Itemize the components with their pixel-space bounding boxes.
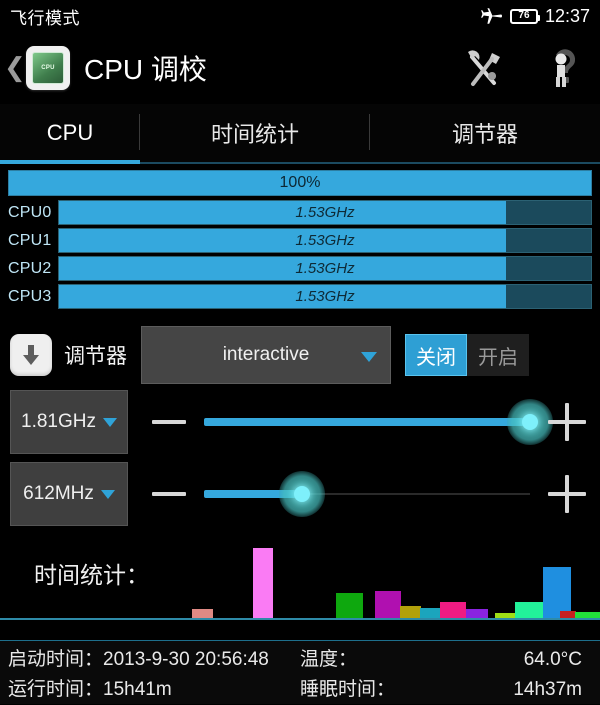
boot-time-label: 启动时间： — [8, 648, 104, 670]
max-frequency-slider[interactable] — [204, 399, 553, 445]
chart-bar — [440, 602, 466, 618]
cpu-core-name: CPU2 — [8, 259, 52, 277]
governor-selected-value: interactive — [222, 344, 310, 365]
tab-cpu[interactable]: CPU — [0, 104, 140, 164]
max-frequency-value: 1.81GHz — [21, 411, 96, 432]
battery-icon: 76 — [509, 8, 540, 24]
boot-time-row: 启动时间：2013-9-30 20:56:48 — [8, 645, 300, 675]
cpu-core-track: 1.53GHz — [58, 284, 592, 309]
footer-right-column: 温度： 64.0°C 睡眠时间： 14h37m — [300, 645, 592, 704]
title-actions — [462, 45, 586, 91]
total-usage-label: 100% — [279, 174, 321, 191]
down-arrow-icon — [10, 334, 52, 376]
min-frequency-increase-button[interactable] — [548, 475, 586, 513]
battery-level: 76 — [518, 10, 530, 21]
toggle-close-button[interactable]: 关闭 — [405, 334, 467, 376]
time-stats-label: 时间统计： — [34, 562, 149, 588]
question-mark-icon[interactable] — [544, 45, 586, 91]
slider-fill — [204, 418, 530, 426]
sleep-time-label: 睡眠时间： — [300, 678, 396, 700]
boot-time-value: 2013-9-30 20:56:48 — [103, 648, 269, 670]
cpu-core-row: CPU2 1.53GHz — [8, 256, 592, 281]
chevron-down-icon — [361, 352, 377, 362]
governor-row: 调节器 interactive 关闭 开启 — [0, 324, 600, 386]
governor-select[interactable]: interactive — [141, 326, 391, 384]
min-frequency-decrease-button[interactable] — [152, 492, 186, 496]
time-stats-section: 时间统计： — [0, 532, 600, 620]
cpu-core-row: CPU3 1.53GHz — [8, 284, 592, 309]
chart-bar — [560, 611, 576, 618]
temperature-row: 温度： 64.0°C — [300, 645, 592, 675]
temperature-value: 64.0°C — [523, 648, 582, 670]
cpu-core-freq: 1.53GHz — [295, 204, 355, 221]
cpu-core-row: CPU1 1.53GHz — [8, 228, 592, 253]
chart-bar — [515, 602, 545, 618]
uptime-label: 运行时间： — [8, 678, 104, 700]
min-frequency-row: 612MHz — [0, 458, 600, 530]
cpu-usage-section: 100% CPU0 1.53GHz CPU1 1.53GHz CPU2 1.53… — [0, 164, 600, 316]
back-chevron-icon[interactable]: ❮ — [4, 55, 26, 81]
cpu-core-row: CPU0 1.53GHz — [8, 200, 592, 225]
max-frequency-decrease-button[interactable] — [152, 420, 186, 424]
max-frequency-select[interactable]: 1.81GHz — [10, 390, 128, 454]
cpu-core-freq: 1.53GHz — [295, 288, 355, 305]
min-frequency-select[interactable]: 612MHz — [10, 462, 128, 526]
max-frequency-row: 1.81GHz — [0, 386, 600, 458]
uptime-row: 运行时间：15h41m — [8, 675, 300, 705]
max-frequency-increase-button[interactable] — [548, 403, 586, 441]
cpu-core-track: 1.53GHz — [58, 256, 592, 281]
status-left-text: 飞行模式 — [10, 8, 80, 28]
status-bar: 飞行模式 76 12:37 — [0, 0, 600, 32]
tab-bar: CPU 时间统计 调节器 — [0, 104, 600, 164]
chart-bar — [420, 607, 441, 618]
cpu-core-freq: 1.53GHz — [295, 232, 355, 249]
chart-bar — [253, 548, 273, 618]
tab-time-stats-label: 时间统计 — [210, 122, 299, 147]
chart-bar — [336, 593, 363, 618]
chip-label: CPU — [41, 65, 55, 71]
status-footer: 启动时间：2013-9-30 20:56:48 运行时间：15h41m 温度： 6… — [0, 640, 600, 704]
min-frequency-value: 612MHz — [23, 483, 94, 504]
cpu-core-freq: 1.53GHz — [295, 260, 355, 277]
tab-cpu-label: CPU — [46, 120, 94, 145]
toggle-open-button[interactable]: 开启 — [467, 334, 529, 376]
chart-bar — [495, 613, 517, 618]
total-usage-bar: 100% — [8, 170, 592, 196]
chart-bar — [575, 612, 600, 618]
temperature-label: 温度： — [300, 648, 358, 670]
sleep-time-value: 14h37m — [513, 678, 582, 700]
chevron-down-icon — [100, 489, 115, 499]
slider-thumb[interactable] — [278, 471, 325, 517]
page-title: CPU 调校 — [84, 54, 207, 85]
tab-governor[interactable]: 调节器 — [370, 104, 600, 162]
chart-bar — [192, 608, 213, 618]
slider-thumb[interactable] — [507, 399, 553, 445]
min-frequency-slider[interactable] — [204, 471, 530, 517]
governor-toggle: 关闭 开启 — [405, 334, 529, 376]
footer-left-column: 启动时间：2013-9-30 20:56:48 运行时间：15h41m — [8, 645, 300, 704]
uptime-value: 15h41m — [103, 678, 172, 700]
airplane-icon — [479, 6, 503, 26]
clock: 12:37 — [544, 5, 590, 26]
cpu-core-track: 1.53GHz — [58, 228, 592, 253]
cpu-core-name: CPU0 — [8, 203, 52, 221]
title-bar: ❮ CPU CPU 调校 — [0, 32, 600, 104]
status-right-group: 76 12:37 — [479, 6, 590, 27]
wrench-hammer-icon[interactable] — [462, 45, 504, 91]
tab-governor-label: 调节器 — [451, 122, 518, 147]
governor-label: 调节器 — [64, 345, 127, 368]
cpu-core-track: 1.53GHz — [58, 200, 592, 225]
cpu-core-name: CPU3 — [8, 287, 52, 305]
chart-bar — [466, 608, 488, 618]
cpu-chip-icon[interactable]: CPU — [26, 46, 70, 90]
chart-bar — [400, 605, 421, 618]
chart-bar — [375, 590, 401, 618]
tab-time-stats[interactable]: 时间统计 — [140, 104, 370, 162]
chevron-down-icon — [102, 417, 117, 427]
sleep-time-row: 睡眠时间： 14h37m — [300, 675, 592, 705]
cpu-core-name: CPU1 — [8, 231, 52, 249]
